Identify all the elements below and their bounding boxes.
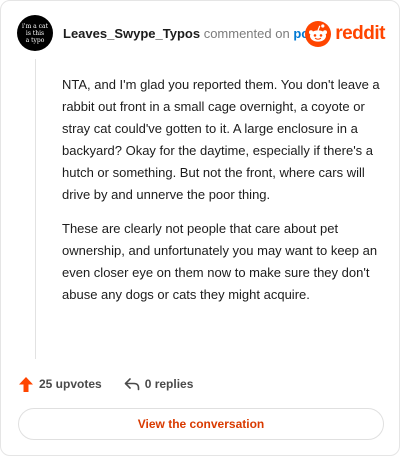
username[interactable]: Leaves_Swype_Typos: [63, 26, 200, 41]
replies-label: 0 replies: [144, 377, 194, 391]
comment-paragraph: NTA, and I'm glad you reported them. You…: [62, 77, 380, 202]
comment-card: i'm a cat is this a typo Leaves_Swype_Ty…: [0, 0, 400, 456]
view-conversation-button[interactable]: View the conversation: [18, 408, 384, 440]
avatar-line: a typo: [25, 36, 45, 44]
comment-meta: Leaves_Swype_Typos commented on post: [63, 26, 321, 42]
upvotes-label: 25 upvotes: [39, 377, 102, 391]
reply-arrow-icon: [124, 378, 140, 391]
replies-button[interactable]: 0 replies: [124, 377, 194, 391]
upvotes-button[interactable]: 25 upvotes: [18, 376, 102, 393]
reddit-wordmark: reddit: [335, 23, 385, 44]
avatar-line: i'm a cat: [22, 22, 48, 30]
comment-actions: 25 upvotes 0 replies: [18, 374, 215, 394]
avatar-line: is this: [25, 29, 45, 37]
comment-header: i'm a cat is this a typo Leaves_Swype_Ty…: [17, 15, 385, 55]
avatar[interactable]: i'm a cat is this a typo: [17, 15, 53, 51]
reddit-logo-icon: [305, 21, 332, 47]
reddit-brand[interactable]: reddit: [305, 21, 385, 47]
upvote-arrow-icon: [19, 376, 33, 392]
comment-paragraph: These are clearly not people that care a…: [62, 221, 378, 302]
commented-on-text: commented on: [203, 26, 290, 41]
comment-body: NTA, and I'm glad you reported them. You…: [62, 74, 388, 318]
thread-line: [35, 59, 36, 359]
